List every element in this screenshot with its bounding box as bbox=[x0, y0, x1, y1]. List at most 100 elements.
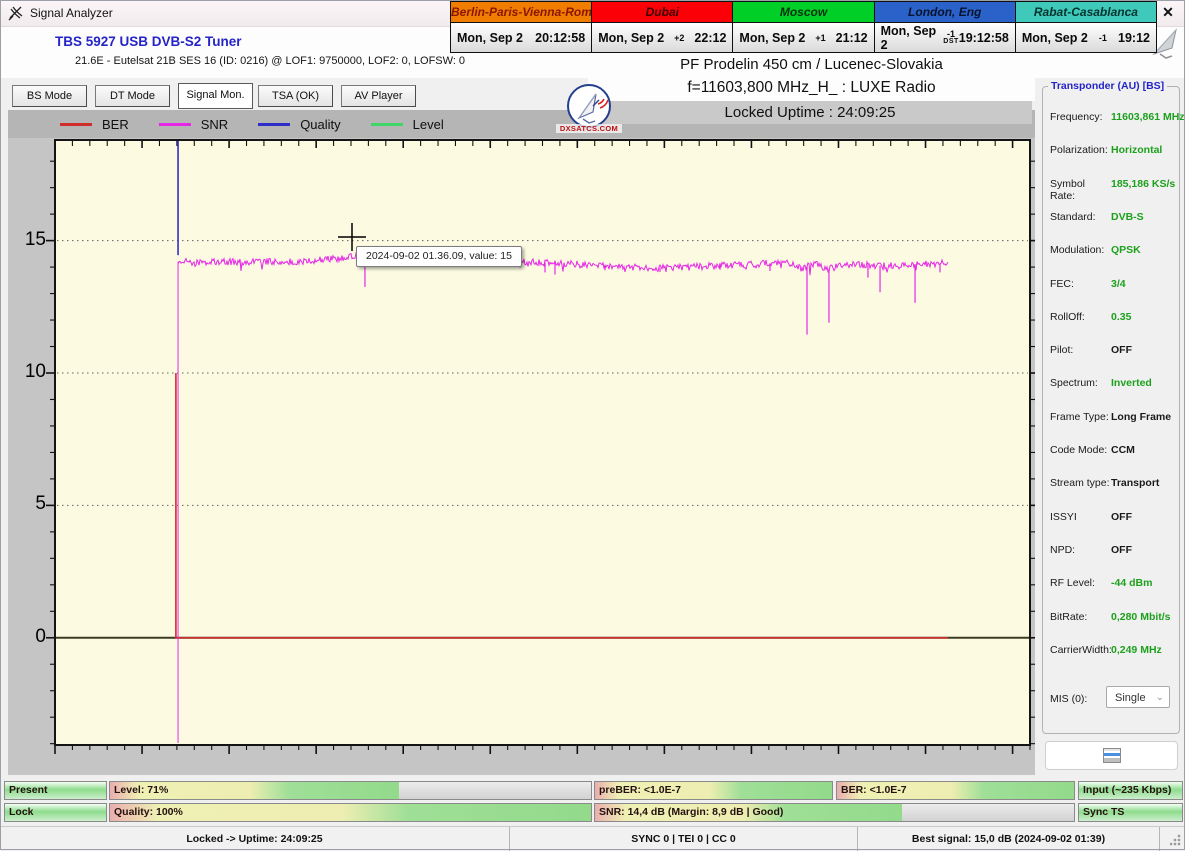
clock-city: Rabat-Casablanca bbox=[1016, 2, 1156, 23]
clock-time: Mon, Sep 2-1DST19:12:58 bbox=[875, 23, 1015, 52]
mis-dropdown[interactable]: Single ⌄ bbox=[1106, 686, 1170, 708]
frequency-line: f=11603,800 MHz_H_ : LUXE Radio bbox=[588, 79, 1035, 97]
bar-label: preBER: <1.0E-7 bbox=[599, 782, 681, 799]
dxsatcs-logo: DXSATCS.COM bbox=[556, 84, 622, 138]
field-label: Spectrum: bbox=[1050, 377, 1111, 391]
close-icon[interactable]: ✕ bbox=[1155, 2, 1181, 23]
clock-2: MoscowMon, Sep 2+121:12 bbox=[733, 2, 874, 52]
window-title: Signal Analyzer bbox=[30, 0, 113, 26]
clock-1: DubaiMon, Sep 2+222:12 bbox=[592, 2, 733, 52]
locked-uptime: Locked Uptime : 24:09:25 bbox=[588, 101, 1032, 124]
transponder-row: Spectrum:Inverted bbox=[1050, 377, 1174, 391]
transponder-row: RF Level:-44 dBm bbox=[1050, 577, 1174, 591]
field-value: 0.35 bbox=[1111, 311, 1131, 325]
field-label: FEC: bbox=[1050, 278, 1111, 292]
app-icon bbox=[8, 5, 24, 26]
clock-4: Rabat-Casablanca Mon, Sep 2 -1 19:12 bbox=[1016, 2, 1156, 52]
field-label: ISSYI bbox=[1050, 511, 1111, 525]
field-value: 0,249 MHz bbox=[1111, 644, 1162, 658]
chart-tooltip: 2024-09-02 01.36.09, value: 15 bbox=[356, 246, 522, 267]
field-label: Code Mode: bbox=[1050, 444, 1111, 458]
transponder-row: Frame Type:Long Frame bbox=[1050, 411, 1174, 425]
bar-label: BER: <1.0E-7 bbox=[841, 782, 907, 799]
indicator-lock: Lock bbox=[4, 803, 107, 822]
field-label: BitRate: bbox=[1050, 611, 1111, 625]
clock-city: Moscow bbox=[733, 2, 873, 23]
transponder-row: CarrierWidth:0,249 MHz bbox=[1050, 644, 1174, 658]
clock-day: Mon, Sep 2 bbox=[1022, 31, 1088, 45]
field-value: Inverted bbox=[1111, 377, 1152, 391]
field-value: 185,186 KS/s bbox=[1111, 178, 1175, 192]
field-value: 11603,861 MHz bbox=[1111, 111, 1185, 125]
field-label: Modulation: bbox=[1050, 244, 1111, 258]
indicator-present: Present bbox=[4, 781, 107, 800]
field-value: 3/4 bbox=[1111, 278, 1126, 292]
logo-circle bbox=[567, 84, 611, 128]
clock-city: Berlin-Paris-Vienna-Roma bbox=[451, 2, 591, 23]
transponder-group-title: Transponder (AU) [BS] bbox=[1048, 80, 1167, 92]
transponder-panel: Transponder (AU) [BS] Frequency:11603,86… bbox=[1042, 86, 1180, 734]
statusbar-section-2: Best signal: 15,0 dB (2024-09-02 01:39) bbox=[858, 827, 1160, 851]
statusbar-section-1: SYNC 0 | TEI 0 | CC 0 bbox=[510, 827, 858, 851]
tab-dt-mode[interactable]: DT Mode bbox=[95, 85, 170, 107]
transponder-row: Modulation:QPSK bbox=[1050, 244, 1174, 258]
field-label: Symbol Rate: bbox=[1050, 178, 1111, 192]
field-label: NPD: bbox=[1050, 544, 1111, 558]
clock-day: Mon, Sep 2 bbox=[598, 31, 664, 45]
transponder-row: ISSYIOFF bbox=[1050, 511, 1174, 525]
transponder-row: Frequency:11603,861 MHz bbox=[1050, 111, 1174, 125]
transponder-row: NPD:OFF bbox=[1050, 544, 1174, 558]
clock-day: Mon, Sep 2 bbox=[457, 31, 523, 45]
signal-chart-area[interactable]: BERSNRQualityLevel 051015 bbox=[8, 110, 1035, 775]
tab-tsa-ok-[interactable]: TSA (OK) bbox=[258, 85, 333, 107]
bar-label: Level: 71% bbox=[114, 782, 168, 799]
y-axis-label: 15 bbox=[12, 229, 46, 251]
indicator-ber: BER: <1.0E-7 bbox=[836, 781, 1075, 800]
field-label: RF Level: bbox=[1050, 577, 1111, 591]
panel-button[interactable] bbox=[1045, 741, 1178, 770]
signal-chart[interactable] bbox=[8, 110, 1035, 775]
bar-label: Quality: 100% bbox=[114, 804, 183, 821]
field-value: Transport bbox=[1111, 477, 1159, 491]
indicator-level: Level: 71% bbox=[109, 781, 592, 800]
indicator-preber: preBER: <1.0E-7 bbox=[594, 781, 833, 800]
bar-label: Sync TS bbox=[1083, 804, 1124, 821]
field-value: CCM bbox=[1111, 444, 1135, 458]
field-label: Stream type: bbox=[1050, 477, 1111, 491]
clock-time: Mon, Sep 2+222:12 bbox=[592, 23, 732, 52]
y-axis-label: 5 bbox=[12, 493, 46, 515]
clock-time: Mon, Sep 2+121:12 bbox=[733, 23, 873, 52]
field-value: OFF bbox=[1111, 544, 1132, 558]
indicator-snr: SNR: 14,4 dB (Margin: 8,9 dB | Good) bbox=[594, 803, 1075, 822]
tab-av-player[interactable]: AV Player bbox=[341, 85, 416, 107]
bar-label: Lock bbox=[9, 804, 34, 821]
logo-text: DXSATCS.COM bbox=[556, 124, 622, 133]
clock-time: Mon, Sep 220:12:58 bbox=[451, 23, 591, 52]
field-label: Frame Type: bbox=[1050, 411, 1111, 425]
resize-grip[interactable] bbox=[1170, 834, 1182, 846]
transponder-row: RollOff:0.35 bbox=[1050, 311, 1174, 325]
indicator-sync: Sync TS bbox=[1078, 803, 1183, 822]
field-label: CarrierWidth: bbox=[1050, 644, 1111, 658]
mis-value: Single bbox=[1115, 692, 1146, 704]
clock-time: Mon, Sep 2 -1 19:12 bbox=[1016, 23, 1156, 52]
clock-hms: 22:12 bbox=[694, 31, 726, 45]
field-value: 0,280 Mbit/s bbox=[1111, 611, 1171, 625]
field-label: Standard: bbox=[1050, 211, 1111, 225]
transponder-row: Code Mode:CCM bbox=[1050, 444, 1174, 458]
tab-signal-mon-[interactable]: Signal Mon. bbox=[178, 83, 253, 109]
clock-hms: 19:12 bbox=[1118, 31, 1150, 45]
clock-hms: 21:12 bbox=[836, 31, 868, 45]
transponder-row: Polarization:Horizontal bbox=[1050, 144, 1174, 158]
clock-0: Berlin-Paris-Vienna-RomaMon, Sep 220:12:… bbox=[451, 2, 592, 52]
transponder-row: Standard:DVB-S bbox=[1050, 211, 1174, 225]
tab-bs-mode[interactable]: BS Mode bbox=[12, 85, 87, 107]
clock-day: Mon, Sep 2 bbox=[881, 24, 944, 52]
clock-offset: +1 bbox=[815, 34, 825, 42]
clock-offset: -1 bbox=[1099, 34, 1107, 42]
tuner-title: TBS 5927 USB DVB-S2 Tuner bbox=[55, 34, 242, 49]
clock-city: London, Eng bbox=[875, 2, 1015, 23]
indicator-input: Input (~235 Kbps) bbox=[1078, 781, 1183, 800]
field-value: OFF bbox=[1111, 344, 1132, 358]
transponder-row: FEC:3/4 bbox=[1050, 278, 1174, 292]
